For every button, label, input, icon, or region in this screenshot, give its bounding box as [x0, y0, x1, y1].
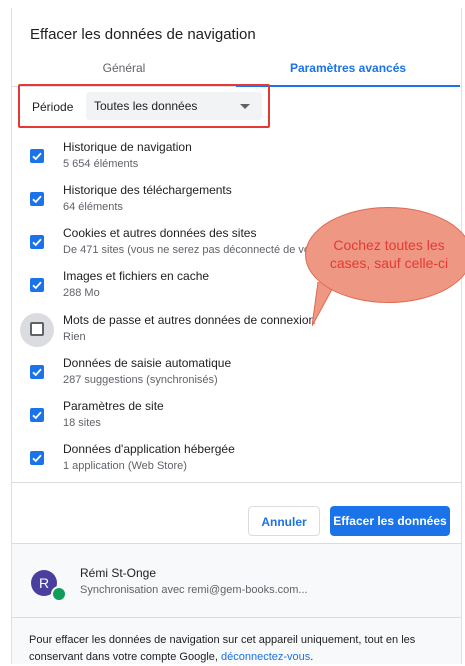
divider [12, 482, 461, 483]
item-title: Historique de navigation [63, 140, 192, 154]
signout-link[interactable]: déconnectez-vous [221, 651, 310, 663]
checkbox-checked[interactable] [30, 408, 44, 422]
sync-section: R Rémi St-Onge Synchronisation avec remi… [12, 543, 461, 664]
item-subtitle: 287 suggestions (synchronisés) [63, 374, 218, 386]
callout-text: Cochez toutes les cases, sauf celle-ci [329, 237, 449, 271]
checkbox-checked[interactable] [30, 149, 44, 163]
checkmark-icon [32, 195, 42, 204]
item-subtitle: De 471 sites (vous ne serez pas déconnec… [63, 244, 311, 256]
period-label: Période [32, 100, 74, 114]
list-item[interactable]: Paramètres de site 18 sites [12, 397, 461, 439]
tab-general[interactable]: Général [12, 54, 236, 86]
signout-info-end: . [310, 651, 314, 663]
item-title: Mots de passe et autres données de conne… [63, 313, 316, 327]
item-subtitle: 64 éléments [63, 201, 123, 213]
divider [12, 617, 461, 618]
checkmark-icon [32, 368, 42, 377]
period-select-value: Toutes les données [94, 99, 198, 113]
divider [12, 543, 461, 544]
checkbox-checked[interactable] [30, 365, 44, 379]
checkmark-icon [32, 454, 42, 463]
item-title: Images et fichiers en cache [63, 269, 210, 283]
sync-icon [51, 586, 67, 602]
clear-browsing-data-dialog: Effacer les données de navigation Généra… [11, 8, 462, 664]
list-item[interactable]: Mots de passe et autres données de conne… [12, 311, 461, 353]
item-title: Données d'application hébergée [63, 442, 235, 456]
period-select[interactable]: Toutes les données [86, 92, 262, 120]
list-item[interactable]: Données d'application hébergée 1 applicat… [12, 440, 461, 482]
item-title: Paramètres de site [63, 399, 164, 413]
checkmark-icon [32, 281, 42, 290]
item-title: Cookies et autres données des sites [63, 226, 257, 240]
list-item[interactable]: Données de saisie automatique 287 suggest… [12, 354, 461, 396]
tab-advanced[interactable]: Paramètres avancés [236, 54, 460, 87]
tab-bar: Général Paramètres avancés [12, 54, 461, 87]
item-subtitle: 5 654 éléments [63, 158, 139, 170]
clear-data-button[interactable]: Effacer les données [330, 506, 450, 536]
list-item[interactable]: Historique de navigation 5 654 éléments [12, 138, 461, 180]
signout-info: Pour effacer les données de navigation s… [29, 632, 449, 666]
item-subtitle: 288 Mo [63, 287, 100, 299]
item-subtitle: 18 sites [63, 417, 101, 429]
dialog-title: Effacer les données de navigation [30, 26, 256, 43]
background-page-strip [0, 0, 465, 6]
checkmark-icon [32, 152, 42, 161]
checkbox-checked[interactable] [30, 235, 44, 249]
checkmark-icon [32, 238, 42, 247]
item-title: Historique des téléchargements [63, 183, 232, 197]
checkbox-checked[interactable] [30, 451, 44, 465]
checkbox-unchecked[interactable] [30, 322, 44, 336]
item-subtitle: 1 application (Web Store) [63, 460, 187, 472]
account-name: Rémi St-Onge [80, 566, 157, 580]
period-highlight-box: Période Toutes les données [18, 84, 270, 128]
item-title: Données de saisie automatique [63, 356, 232, 370]
checkbox-checked[interactable] [30, 192, 44, 206]
cancel-button[interactable]: Annuler [248, 506, 320, 536]
item-subtitle: Rien [63, 331, 86, 343]
checkmark-icon [32, 411, 42, 420]
sync-status: Synchronisation avec remi@gem-books.com.… [80, 584, 308, 596]
chevron-down-icon [240, 104, 250, 109]
checkbox-checked[interactable] [30, 278, 44, 292]
